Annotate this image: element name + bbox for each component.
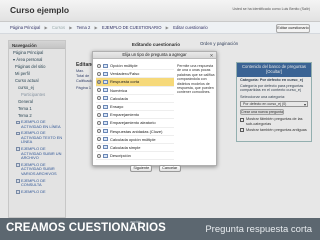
banner-title: CREAMOS CUESTIONARIOS — [6, 222, 166, 234]
login-info[interactable]: Usted se ha identificado como Luis Benit… — [232, 7, 310, 11]
calculated-icon — [103, 96, 108, 101]
option-label: Emparejamiento aleatorio — [110, 120, 156, 126]
breadcrumb-separator: ▶ — [94, 25, 98, 30]
question-type-option[interactable]: Emparejamiento — [96, 111, 174, 120]
question-type-option[interactable]: Respuestas anidadas (Cloze) — [96, 128, 174, 136]
breadcrumb-home[interactable]: Página Principal — [10, 25, 40, 30]
option-label: Calculada simple — [110, 144, 141, 150]
breadcrumb: Página Principal ▶ Cursos ▶ Tema 2 ▶ EJE… — [0, 22, 320, 34]
radio-button[interactable] — [97, 137, 101, 142]
option-label: Emparejamiento — [110, 112, 140, 118]
radio-button[interactable] — [97, 145, 101, 150]
next-button[interactable]: Siguiente — [130, 165, 153, 172]
question-type-option[interactable]: Numérica — [96, 87, 174, 95]
question-type-option[interactable]: Ensayo — [96, 103, 174, 112]
calculatedsimple-icon — [103, 145, 108, 150]
video-banner: CREAMOS CUESTIONARIOS acción Pregunta re… — [0, 218, 320, 240]
banner-subtitle: Pregunta respuesta corta — [205, 224, 312, 235]
truefalse-icon — [103, 71, 108, 76]
close-icon[interactable]: ✕ — [209, 53, 214, 58]
question-type-option[interactable]: Calculada opción múltiple — [96, 136, 174, 144]
question-type-option-selected[interactable]: Respuesta corta — [96, 78, 174, 87]
banner-tag: acción — [130, 220, 141, 224]
radio-button[interactable] — [97, 71, 101, 76]
numerical-icon — [103, 88, 108, 93]
option-label: Calculada opción múltiple — [110, 136, 156, 142]
course-title: Curso ejemplo — [10, 5, 70, 15]
randommatch-icon — [103, 120, 108, 125]
match-icon — [103, 112, 108, 117]
calculatedmulti-icon — [103, 137, 108, 142]
shortanswer-icon — [103, 79, 108, 84]
option-label: Respuesta corta — [110, 79, 140, 85]
question-type-dialog: Elija un tipo de pregunta a agregar ✕ Op… — [92, 51, 217, 172]
edit-quiz-button[interactable]: Editar cuestionario — [276, 24, 310, 33]
radio-button[interactable] — [97, 88, 101, 93]
breadcrumb-separator: ▶ — [44, 25, 48, 30]
breadcrumb-current: Editar cuestionario — [173, 25, 208, 30]
cancel-button[interactable]: Cancelar — [158, 165, 181, 172]
dialog-title-text: Elija un tipo de pregunta a agregar — [122, 52, 187, 57]
breadcrumb-topic[interactable]: Tema 2 — [77, 25, 91, 30]
option-label: Calculada — [110, 95, 128, 101]
breadcrumb-quiz[interactable]: EJEMPLO DE CUESTIONARIO — [102, 25, 162, 30]
radio-button[interactable] — [97, 120, 101, 125]
question-type-description: Permite una respuesta de una o unas poca… — [177, 64, 215, 95]
option-label: Verdadero/Falso — [110, 71, 140, 77]
question-type-option[interactable]: Verdadero/Falso — [96, 70, 174, 79]
option-label: Opción múltiple — [110, 63, 138, 69]
radio-button[interactable] — [97, 112, 101, 117]
option-label: Ensayo — [110, 104, 124, 110]
essay-icon — [103, 104, 108, 109]
option-label: Numérica — [110, 87, 128, 93]
question-type-option[interactable]: Opción múltiple — [96, 62, 174, 71]
radio-button[interactable] — [97, 63, 101, 68]
multichoice-icon — [103, 63, 108, 68]
option-label: Respuestas anidadas (Cloze) — [110, 128, 163, 134]
radio-button[interactable] — [97, 104, 101, 109]
cloze-icon — [103, 129, 108, 134]
breadcrumb-separator: ▶ — [69, 25, 73, 30]
page-header: Curso ejemplo Usted se ha identificado c… — [0, 0, 320, 22]
breadcrumb-courses[interactable]: Cursos — [52, 25, 65, 30]
question-type-option[interactable]: Emparejamiento aleatorio — [96, 119, 174, 128]
radio-button[interactable] — [97, 96, 101, 101]
question-type-list: Opción múltiple Verdadero/Falso Respuest… — [96, 62, 174, 161]
radio-button[interactable] — [97, 79, 101, 84]
question-type-option[interactable]: Calculada simple — [96, 144, 174, 153]
dialog-buttons: Siguiente Cancelar — [93, 156, 218, 174]
question-type-option[interactable]: Calculada — [96, 95, 174, 103]
dialog-title: Elija un tipo de pregunta a agregar ✕ — [93, 52, 216, 59]
breadcrumb-separator: ▶ — [165, 25, 169, 30]
radio-button[interactable] — [97, 129, 101, 134]
